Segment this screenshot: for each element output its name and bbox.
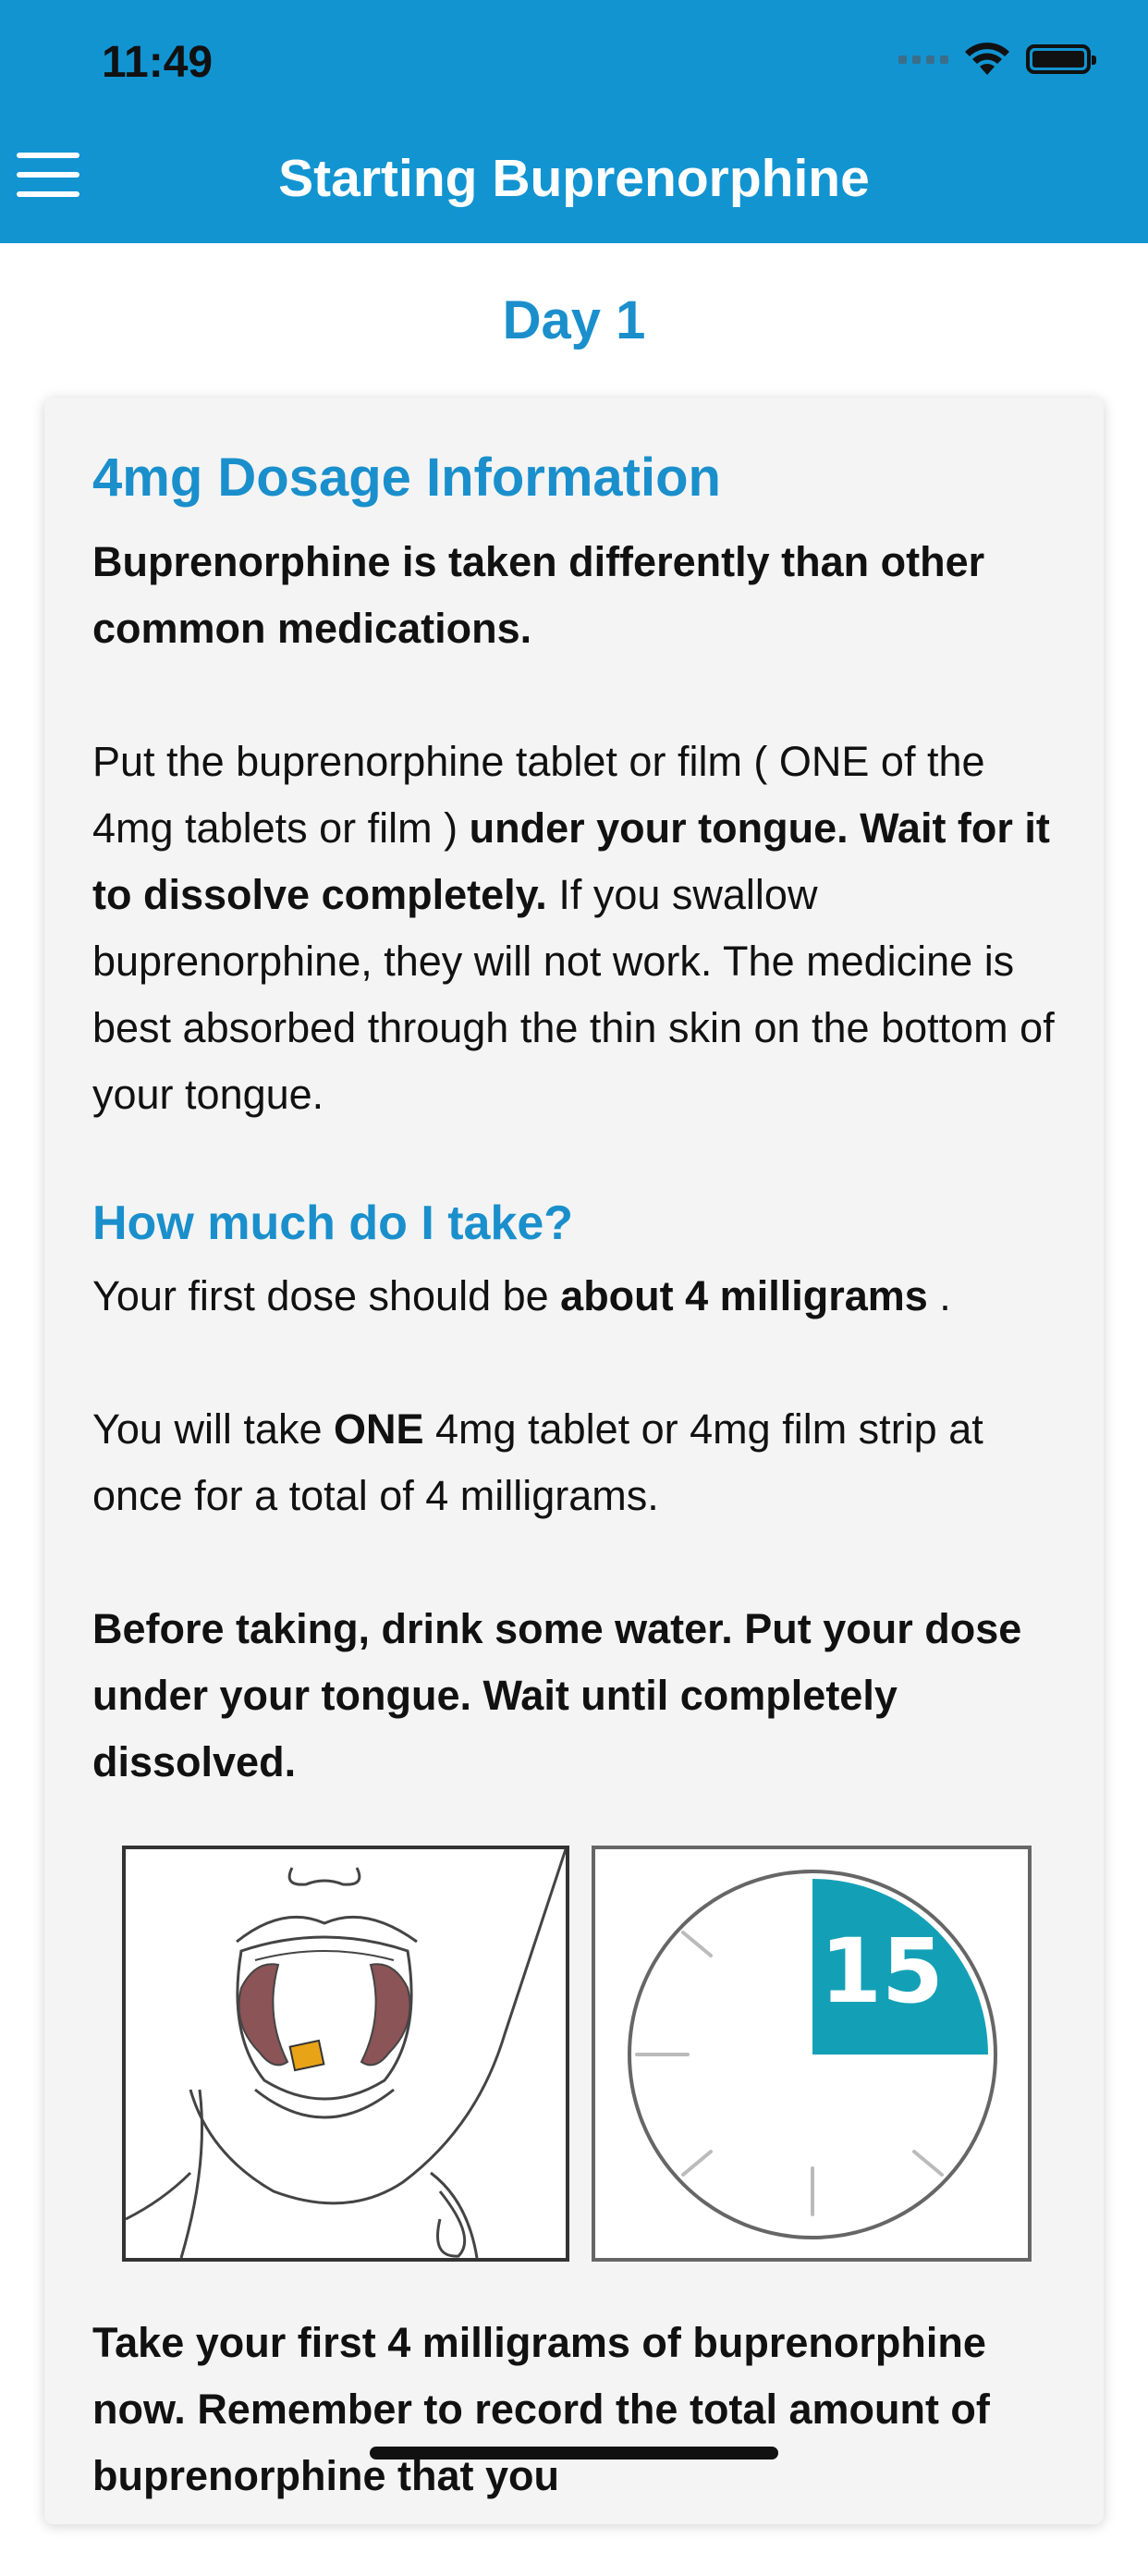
status-icons	[898, 41, 1096, 78]
before-taking-bold: Before taking, drink some water. Put you…	[92, 1604, 1022, 1785]
before-taking-paragraph: Before taking, drink some water. Put you…	[92, 1596, 1063, 1796]
how-much-title: How much do I take?	[92, 1196, 574, 1250]
para2-bold: about 4 milligrams	[560, 1271, 928, 1319]
para3-bold: ONE	[334, 1405, 424, 1453]
battery-icon	[1026, 44, 1096, 74]
dose-illustrations: 15	[122, 1845, 1063, 2262]
wifi-icon	[965, 43, 1009, 75]
signal-icon	[898, 55, 948, 64]
tablet-count-paragraph: You will take ONE 4mg tablet or 4mg film…	[92, 1396, 1063, 1529]
final-instruction: Take your first 4 milligrams of buprenor…	[92, 2310, 1063, 2509]
day-title: Day 1	[502, 290, 646, 350]
home-indicator[interactable]	[370, 2447, 778, 2459]
dosage-card: 4mg Dosage Information Buprenorphine is …	[44, 398, 1104, 2524]
tablet-under-tongue-icon	[122, 1845, 569, 2262]
app-header: 11:49 Starting Buprenorphine	[0, 0, 1148, 243]
final-bold: Take your first 4 milligrams of buprenor…	[92, 2318, 990, 2499]
para2-text1: Your first dose should be	[92, 1271, 561, 1319]
section-title: 4mg Dosage Information	[92, 448, 721, 508]
status-time: 11:49	[102, 38, 214, 87]
intro-bold: Buprenorphine is taken differently than …	[92, 537, 985, 652]
para3-text1: You will take	[92, 1405, 334, 1453]
instructions-paragraph: Put the buprenorphine tablet or film ( O…	[92, 729, 1063, 1128]
app-title: Starting Buprenorphine	[278, 149, 870, 208]
first-dose-paragraph: Your first dose should be about 4 millig…	[92, 1263, 1063, 1330]
para2-text2: .	[927, 1271, 951, 1319]
card-content: 4mg Dosage Information Buprenorphine is …	[92, 446, 1063, 2576]
clock-minutes-label: 15	[820, 1920, 944, 2023]
intro-text: Buprenorphine is taken differently than …	[92, 529, 1063, 662]
timer-clock-icon: 15	[592, 1845, 1032, 2262]
